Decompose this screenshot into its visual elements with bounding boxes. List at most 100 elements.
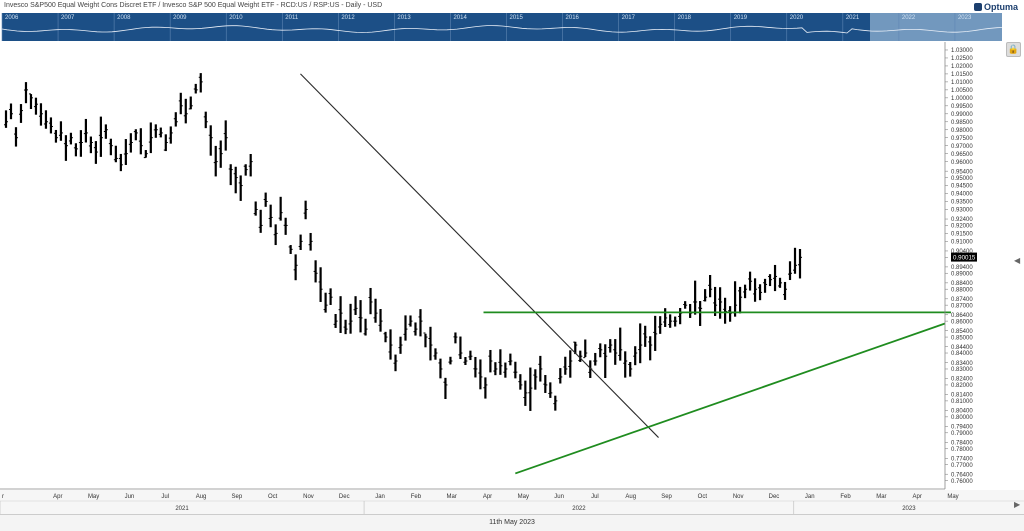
y-axis-tick-label: 0.78400 xyxy=(951,441,973,447)
x-axis-month-label: Apr xyxy=(483,494,492,500)
y-axis-tick-label: 0.99000 xyxy=(951,112,973,118)
x-axis: r Apr May Jun Jul Aug Sep Oct Nov Dec Jan Feb Mar Apr… xyxy=(0,488,1024,514)
x-axis-month-label: Sep xyxy=(232,494,243,500)
x-axis-month-label: May xyxy=(518,494,529,500)
y-axis-tick-label: 0.95000 xyxy=(951,176,973,182)
navigator-year-label: 2011 xyxy=(285,15,299,21)
y-axis-tick-label: 1.00500 xyxy=(951,88,973,94)
x-axis-month-label: Oct xyxy=(268,494,278,500)
y-axis-tick-label: 0.94000 xyxy=(951,192,973,198)
y-axis-tick-label: 0.79400 xyxy=(951,425,973,431)
navigator-year-label: 2013 xyxy=(397,15,411,21)
y-axis-tick-label: 0.77400 xyxy=(951,456,973,462)
lock-icon[interactable]: 🔒 xyxy=(1006,42,1021,57)
x-axis-month-label: Sep xyxy=(661,494,672,500)
x-axis-month-label: May xyxy=(947,494,958,500)
y-axis-tick-label: 0.85000 xyxy=(951,335,973,341)
y-axis-tick-label: 0.86400 xyxy=(951,313,973,319)
y-axis-tick-label: 0.76400 xyxy=(951,472,973,478)
y-axis-tick-label: 0.82000 xyxy=(951,383,973,389)
x-axis-month-label: Aug xyxy=(625,494,636,500)
navigator-year-label: 2023 xyxy=(958,15,972,21)
y-axis-tick-label: 0.76000 xyxy=(951,479,973,485)
price-plot xyxy=(0,42,945,489)
navigator-year-label: 2012 xyxy=(341,15,355,21)
x-axis-month-label: Jun xyxy=(554,494,564,500)
y-axis-tick-label: 0.85400 xyxy=(951,329,973,335)
x-axis-month-label: Dec xyxy=(339,494,350,500)
navigator-year-label: 2010 xyxy=(229,15,243,21)
x-axis-year-label: 2021 xyxy=(175,506,189,512)
x-axis-month-label: Jan xyxy=(805,494,815,500)
y-axis-tick-label: 0.80000 xyxy=(951,415,973,421)
y-axis-tick-label: 0.98500 xyxy=(951,120,973,126)
plot-background xyxy=(0,42,945,489)
y-axis-tick-label: 0.93000 xyxy=(951,208,973,214)
y-axis-tick-label: 0.96500 xyxy=(951,152,973,158)
y-axis-tick-label: 0.83400 xyxy=(951,361,973,367)
y-axis-tick-label: 0.97500 xyxy=(951,136,973,142)
x-axis-month-label: Jul xyxy=(591,494,599,500)
y-axis-tick-label: 1.00000 xyxy=(951,96,973,102)
navigator-year-label: 2021 xyxy=(846,15,860,21)
x-axis-month-label: Nov xyxy=(733,494,744,500)
x-axis-month-band xyxy=(0,490,1024,501)
navigator-year-label: 2017 xyxy=(622,15,636,21)
y-axis-tick-label: 0.98000 xyxy=(951,128,973,134)
x-axis-month-label: Jun xyxy=(125,494,135,500)
x-axis-month-label: Jul xyxy=(161,494,169,500)
x-axis-month-label: May xyxy=(88,494,99,500)
x-axis-year-band xyxy=(0,501,1024,514)
y-axis-tick-label: 1.02000 xyxy=(951,64,973,70)
y-axis-tick-label: 0.91500 xyxy=(951,232,973,238)
date-footer: 11th May 2023 xyxy=(0,514,1024,531)
y-axis-tick-label: 0.87400 xyxy=(951,297,973,303)
y-axis-tick-label: 0.81400 xyxy=(951,393,973,399)
chart-canvas: 2006 2007 2008 2009 2010 2011 2012 2013 2014 2015… xyxy=(0,13,1024,514)
y-axis-tick-label: 1.02500 xyxy=(951,56,973,62)
x-axis-month-label: Apr xyxy=(53,494,62,500)
y-axis-tick-label: 1.01500 xyxy=(951,72,973,78)
y-axis-tick-label: 0.92000 xyxy=(951,224,973,230)
y-axis-tick-label: 0.86000 xyxy=(951,319,973,325)
x-axis-month-label: Feb xyxy=(411,494,422,500)
x-axis-month-label: r xyxy=(2,494,4,500)
chevron-right-icon[interactable]: ▶ xyxy=(1014,500,1020,509)
x-axis-month-label: Feb xyxy=(840,494,851,500)
y-axis-tick-label: 0.83000 xyxy=(951,367,973,373)
y-axis-tick-label: 0.84000 xyxy=(951,351,973,357)
x-axis-month-label: Aug xyxy=(196,494,207,500)
y-axis-tick-label: 0.99500 xyxy=(951,104,973,110)
x-axis-month-label: Mar xyxy=(876,494,886,500)
y-axis-tick-label: 0.88400 xyxy=(951,281,973,287)
y-axis-tick-label: 0.95400 xyxy=(951,169,973,175)
timeline-navigator[interactable]: 2006 2007 2008 2009 2010 2011 2012 2013 2014 2015… xyxy=(1,13,1003,41)
y-axis: 1.03000 1.02500 1.02000 1.01500 1.01000 1.005… xyxy=(944,42,977,489)
y-axis-tick-label: 1.03000 xyxy=(951,48,973,54)
x-axis-year-label: 2022 xyxy=(572,506,586,512)
y-axis-tick-label: 1.01000 xyxy=(951,80,973,86)
chevron-left-icon[interactable]: ◀ xyxy=(1014,256,1020,265)
navigator-year-label: 2018 xyxy=(678,15,692,21)
navigator-year-label: 2019 xyxy=(734,15,748,21)
y-axis-tick-label: 0.81000 xyxy=(951,399,973,405)
x-axis-month-label: Jan xyxy=(375,494,385,500)
navigator-selection xyxy=(870,13,1002,41)
y-axis-tick-label: 0.79000 xyxy=(951,431,973,437)
x-axis-month-label: Oct xyxy=(698,494,708,500)
y-axis-tick-label: 0.80400 xyxy=(951,409,973,415)
navigator-year-label: 2008 xyxy=(117,15,131,21)
y-axis-tick-label: 0.82400 xyxy=(951,377,973,383)
x-axis-year-label: 2023 xyxy=(902,506,916,512)
navigator-year-label: 2022 xyxy=(902,15,916,21)
x-axis-month-label: Mar xyxy=(447,494,457,500)
y-axis-tick-label: 0.89400 xyxy=(951,265,973,271)
navigator-year-label: 2015 xyxy=(510,15,524,21)
y-axis-tick-label: 0.87000 xyxy=(951,303,973,309)
y-axis-tick-label: 0.97000 xyxy=(951,144,973,150)
y-axis-tick-label: 0.77000 xyxy=(951,463,973,469)
y-axis-tick-label: 0.94500 xyxy=(951,184,973,190)
y-axis-tick-label: 0.89000 xyxy=(951,271,973,277)
x-axis-month-label: Dec xyxy=(769,494,780,500)
y-axis-tick-label: 0.84400 xyxy=(951,345,973,351)
